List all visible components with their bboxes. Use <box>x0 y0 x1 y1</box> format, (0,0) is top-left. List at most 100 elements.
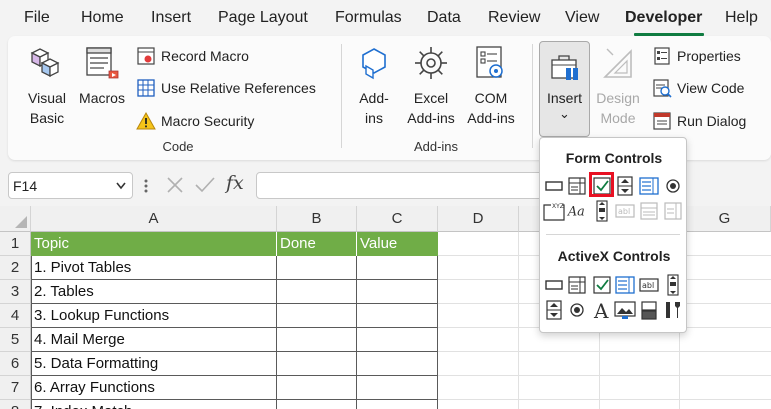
cell-topic[interactable]: 3. Lookup Functions <box>31 304 277 328</box>
form-group-box-icon[interactable]: XYZ <box>543 200 565 222</box>
insert-function-icon[interactable]: fx <box>226 172 244 194</box>
form-combo-drop-down-icon[interactable] <box>662 200 684 222</box>
activex-check-box-icon[interactable] <box>591 274 613 296</box>
form-label-icon[interactable]: Aa <box>566 200 588 222</box>
view-code-label: View Code <box>677 80 745 96</box>
row-header[interactable]: 7 <box>0 376 31 400</box>
row-header[interactable]: 1 <box>0 232 31 256</box>
activex-more-controls-icon[interactable] <box>662 299 684 321</box>
addins-icon <box>362 48 386 80</box>
activex-label-icon[interactable]: A <box>591 299 613 321</box>
cell-value[interactable] <box>357 352 438 376</box>
com-addins-label-2: Add-ins <box>467 110 515 126</box>
cell-topic[interactable]: 6. Array Functions <box>31 376 277 400</box>
tab-insert[interactable]: Insert <box>151 9 191 27</box>
record-macro-label: Record Macro <box>161 48 249 64</box>
visual-basic-icon <box>30 48 60 78</box>
cell-topic[interactable]: 5. Data Formatting <box>31 352 277 376</box>
form-combo-box-icon[interactable] <box>566 175 588 197</box>
insert-controls-panel: Form Controls XYZ Aa abl ActiveX Control… <box>539 137 687 333</box>
cell-value[interactable] <box>357 328 438 352</box>
view-code-icon <box>653 79 672 98</box>
cell-done[interactable] <box>277 280 357 304</box>
cell-value[interactable] <box>357 304 438 328</box>
row-header[interactable]: 6 <box>0 352 31 376</box>
form-spin-button-icon[interactable] <box>614 175 636 197</box>
select-all-corner[interactable] <box>0 206 31 232</box>
tab-formulas[interactable]: Formulas <box>335 9 402 27</box>
tab-page-layout[interactable]: Page Layout <box>218 9 308 27</box>
cell-topic[interactable]: 7. Index Match <box>31 400 277 409</box>
activex-combo-box-icon[interactable] <box>566 274 588 296</box>
cell-done-header[interactable]: Done <box>277 232 357 256</box>
row-header[interactable]: 5 <box>0 328 31 352</box>
cell-topic[interactable]: 2. Tables <box>31 280 277 304</box>
activex-image-icon[interactable] <box>614 299 636 321</box>
tab-developer[interactable]: Developer <box>625 9 702 27</box>
insert-controls-button[interactable]: Insert ⌄ <box>539 41 590 137</box>
form-scroll-bar-icon[interactable] <box>591 200 613 222</box>
addins-label-2: ins <box>365 110 383 126</box>
cell-topic[interactable]: 4. Mail Merge <box>31 328 277 352</box>
cell-value-header[interactable]: Value <box>357 232 438 256</box>
tab-help[interactable]: Help <box>725 9 758 27</box>
activex-command-button-icon[interactable] <box>543 274 565 296</box>
cell-done[interactable] <box>277 256 357 280</box>
activex-scroll-bar-icon[interactable] <box>662 274 684 296</box>
cell-done[interactable] <box>277 328 357 352</box>
column-header-a[interactable]: A <box>31 206 277 232</box>
design-mode-icon <box>603 48 632 78</box>
activex-option-button-icon[interactable] <box>566 299 588 321</box>
cell-value[interactable] <box>357 256 438 280</box>
cell-done[interactable] <box>277 376 357 400</box>
run-dialog-icon <box>653 112 671 130</box>
chevron-down-icon[interactable] <box>116 182 126 190</box>
form-controls-title: Form Controls <box>565 150 663 166</box>
cell-done[interactable] <box>277 400 357 409</box>
tab-home[interactable]: Home <box>81 9 124 27</box>
cell-topic[interactable]: 1. Pivot Tables <box>31 256 277 280</box>
column-header-b[interactable]: B <box>277 206 357 232</box>
panel-divider <box>546 234 680 235</box>
column-header-d[interactable]: D <box>438 206 519 232</box>
cell-value[interactable] <box>357 280 438 304</box>
cell-value[interactable] <box>357 376 438 400</box>
form-combo-list-edit-icon[interactable] <box>638 200 660 222</box>
form-option-button-icon[interactable] <box>662 175 684 197</box>
tab-view[interactable]: View <box>565 9 599 27</box>
gridline <box>438 351 771 352</box>
excel-addins-label-2: Add-ins <box>407 110 455 126</box>
column-header-c[interactable]: C <box>357 206 438 232</box>
properties-icon <box>654 47 670 65</box>
row-header[interactable]: 2 <box>0 256 31 280</box>
activex-list-box-icon[interactable] <box>614 274 636 296</box>
enter-check-icon[interactable] <box>194 175 216 195</box>
cancel-icon[interactable] <box>165 175 185 195</box>
warning-icon <box>136 111 156 130</box>
check-box-highlight <box>589 172 614 197</box>
toolbox-icon <box>551 55 578 80</box>
activex-toggle-button-icon[interactable] <box>638 299 660 321</box>
cell-done[interactable] <box>277 352 357 376</box>
name-box[interactable]: F14 <box>8 172 133 199</box>
gridline <box>438 399 771 400</box>
tab-data[interactable]: Data <box>427 9 461 27</box>
tab-file[interactable]: File <box>24 9 50 27</box>
activex-text-box-icon[interactable]: abl <box>638 274 660 296</box>
form-text-field-icon[interactable]: abl <box>614 200 636 222</box>
form-list-box-icon[interactable] <box>638 175 660 197</box>
properties-label: Properties <box>677 48 741 64</box>
visual-basic-label-2: Basic <box>29 110 65 126</box>
tab-review[interactable]: Review <box>488 9 540 27</box>
form-button-control-icon[interactable] <box>543 175 565 197</box>
activex-spin-button-icon[interactable] <box>543 299 565 321</box>
cell-topic-header[interactable]: Topic <box>31 232 277 256</box>
cell-done[interactable] <box>277 304 357 328</box>
row-header[interactable]: 4 <box>0 304 31 328</box>
row-header[interactable]: 3 <box>0 280 31 304</box>
column-header-g[interactable]: G <box>679 206 771 232</box>
more-options-icon[interactable] <box>143 178 149 194</box>
row-header[interactable]: 8 <box>0 400 31 409</box>
formula-input[interactable] <box>256 172 546 199</box>
cell-value[interactable] <box>357 400 438 409</box>
